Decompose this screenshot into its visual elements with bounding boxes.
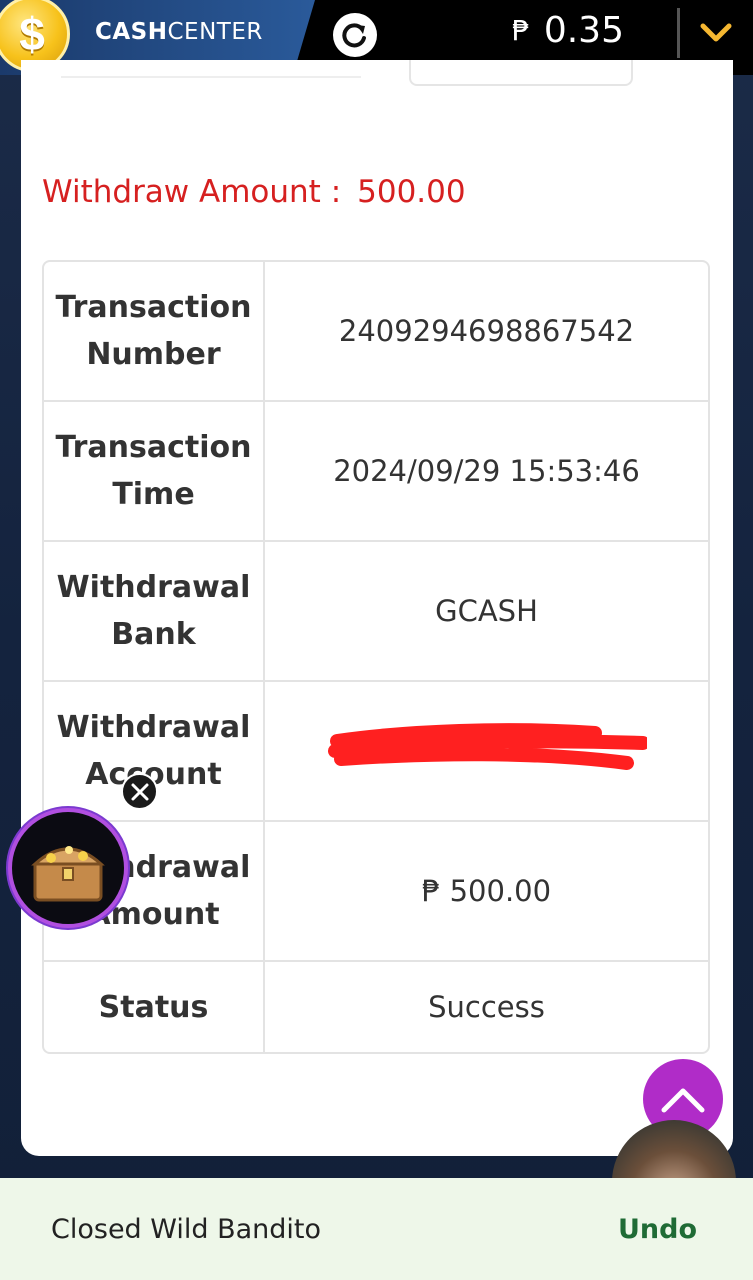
row-label: Withdrawal Bank [44, 542, 265, 682]
brand-bold: CASH [95, 19, 168, 45]
withdraw-detail-card: Withdraw Amount : 500.00 Transaction Numb… [21, 60, 733, 1156]
row-label: Status [44, 962, 265, 1052]
table-row: Withdrawal Amount ₱ 500.00 [44, 822, 708, 962]
table-row: Transaction Time 2024/09/29 15:53:46 [44, 402, 708, 542]
tab-remnant-left [61, 60, 361, 78]
row-label: Transaction Time [44, 402, 265, 542]
brand-rest: CENTER [167, 19, 263, 45]
transaction-number: 2409294698867542 [265, 262, 708, 402]
coin-symbol: $ [19, 8, 45, 60]
currency-symbol: ₱ [512, 14, 530, 47]
chevron-down-icon[interactable] [700, 22, 732, 49]
table-row: Withdrawal Bank GCASH [44, 542, 708, 682]
refresh-icon[interactable] [333, 13, 377, 57]
header-divider [677, 8, 680, 58]
withdrawal-bank: GCASH [265, 542, 708, 682]
tab-remnant-right [409, 60, 633, 86]
withdrawal-account [265, 682, 708, 822]
withdraw-amount: Withdraw Amount : 500.00 [42, 174, 466, 210]
withdrawal-amount: ₱ 500.00 [265, 822, 708, 962]
undo-button[interactable]: Undo [618, 1214, 697, 1245]
chevron-up-icon [661, 1088, 705, 1113]
snackbar: Closed Wild Bandito Undo [0, 1178, 753, 1280]
table-row: Status Success [44, 962, 708, 1052]
table-row: Transaction Number 2409294698867542 [44, 262, 708, 402]
row-label: Transaction Number [44, 262, 265, 402]
brand-title: CASHCENTER [95, 19, 263, 45]
transaction-table: Transaction Number 2409294698867542 Tran… [42, 260, 710, 1054]
transaction-time: 2024/09/29 15:53:46 [265, 402, 708, 542]
withdraw-amount-label: Withdraw Amount : [42, 174, 342, 210]
close-icon[interactable] [121, 773, 158, 810]
redaction-scribble [327, 722, 647, 770]
snackbar-message: Closed Wild Bandito [51, 1213, 322, 1245]
withdraw-amount-value: 500.00 [357, 174, 466, 210]
balance-value: 0.35 [543, 10, 624, 51]
status-value: Success [428, 990, 545, 1024]
balance-display: ₱ 0.35 [512, 10, 624, 51]
treasure-chest-icon[interactable] [8, 808, 128, 928]
